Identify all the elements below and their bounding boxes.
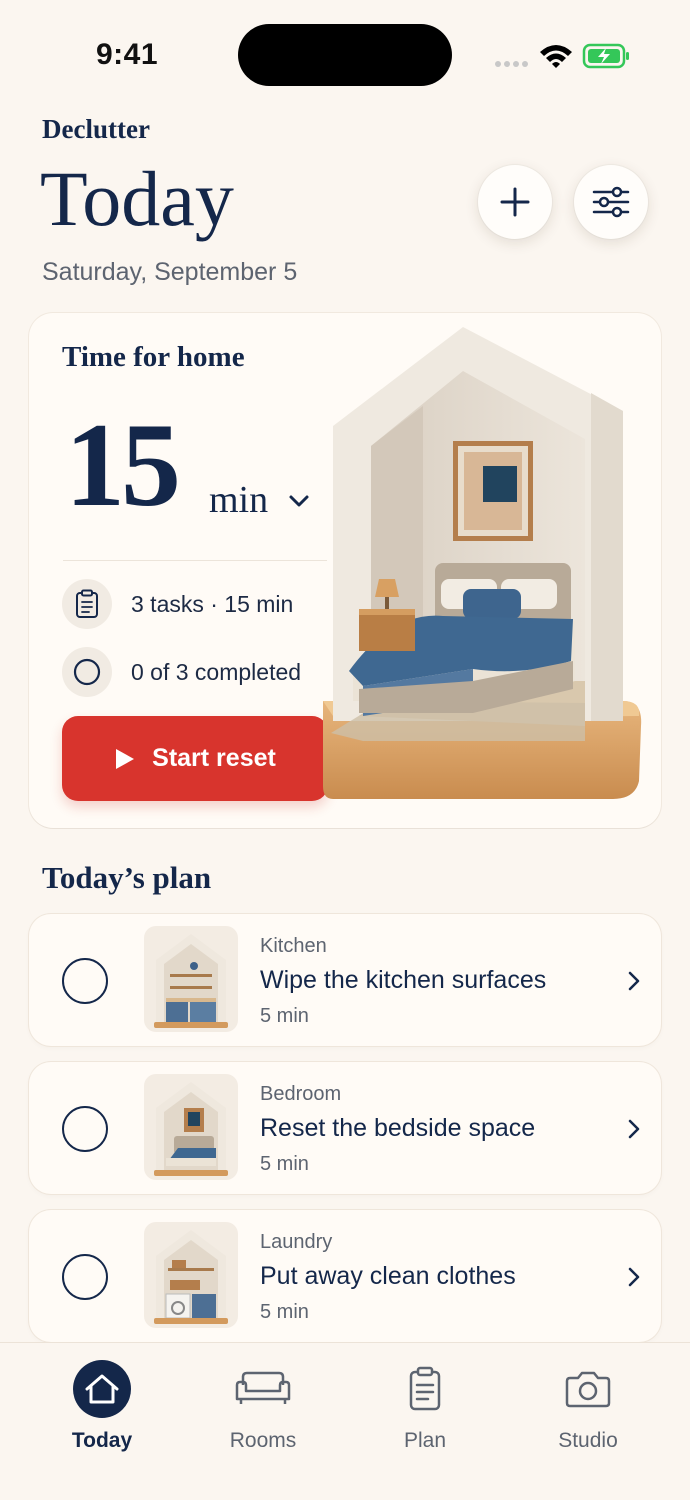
date-label: Saturday, September 5 — [42, 258, 298, 286]
chevron-down-icon[interactable] — [287, 493, 311, 509]
minutes-unit-dropdown[interactable]: min — [209, 478, 268, 522]
task-checkbox[interactable] — [62, 958, 108, 1004]
wifi-icon — [540, 45, 572, 68]
dynamic-island — [238, 24, 452, 86]
add-button[interactable] — [478, 165, 552, 239]
minutes-value: 15 — [65, 398, 181, 531]
sliders-icon — [592, 186, 630, 218]
task-name: Put away clean clothes — [260, 1262, 516, 1290]
app-brand: Declutter — [42, 114, 150, 144]
laundry-thumbnail — [144, 1222, 238, 1328]
tab-label: Studio — [558, 1429, 618, 1452]
sofa-icon — [235, 1371, 291, 1404]
task-category: Bedroom — [260, 1083, 342, 1105]
status-icons — [494, 40, 634, 74]
filter-button[interactable] — [574, 165, 648, 239]
start-reset-button[interactable]: Start reset — [62, 716, 328, 801]
page-title: Today — [40, 155, 234, 242]
tab-label: Today — [71, 1429, 133, 1452]
play-icon — [116, 748, 135, 769]
task-card[interactable]: Kitchen Wipe the kitchen surfaces 5 min — [29, 914, 661, 1046]
tab-today[interactable]: Today — [42, 1359, 162, 1453]
time-for-home-card: Time for home 15 min 3 tasks · 15 min 0 … — [29, 313, 661, 828]
tab-rooms[interactable]: Rooms — [203, 1359, 323, 1453]
task-duration: 5 min — [260, 1153, 309, 1175]
start-reset-label: Start reset — [152, 744, 276, 772]
task-card[interactable]: Bedroom Reset the bedside space 5 min — [29, 1062, 661, 1194]
completion-summary: 0 of 3 completed — [131, 659, 302, 685]
bedroom-illustration — [323, 327, 642, 799]
clipboard-icon — [62, 579, 112, 629]
status-time: 9:41 — [96, 38, 159, 71]
camera-icon — [565, 1371, 611, 1408]
task-checkbox[interactable] — [62, 1254, 108, 1300]
kitchen-thumbnail — [144, 926, 238, 1032]
plus-icon — [500, 187, 530, 217]
chevron-right-icon — [628, 1267, 640, 1287]
task-checkbox[interactable] — [62, 1106, 108, 1152]
battery-icon — [582, 43, 629, 69]
tab-label: Plan — [403, 1429, 447, 1452]
signal-icon — [495, 61, 528, 67]
home-icon — [73, 1360, 131, 1418]
task-category: Laundry — [260, 1231, 333, 1253]
plan-title: Today’s plan — [42, 860, 212, 895]
tab-studio[interactable]: Studio — [528, 1359, 648, 1453]
tab-plan[interactable]: Plan — [365, 1359, 485, 1453]
task-duration: 5 min — [260, 1301, 309, 1323]
hero-title: Time for home — [62, 341, 245, 373]
circle-icon — [62, 647, 112, 697]
task-name: Reset the bedside space — [260, 1114, 536, 1142]
clipboard-icon — [409, 1366, 441, 1411]
tasks-summary: 3 tasks · 15 min — [131, 591, 294, 617]
task-duration: 5 min — [260, 1005, 309, 1027]
tab-label: Rooms — [229, 1429, 297, 1452]
chevron-right-icon — [628, 971, 640, 991]
bedroom-thumbnail — [144, 1074, 238, 1180]
task-category: Kitchen — [260, 935, 327, 957]
chevron-right-icon — [628, 1119, 640, 1139]
tab-bar: Today Rooms Plan Studio — [0, 1342, 690, 1500]
task-name: Wipe the kitchen surfaces — [260, 966, 547, 994]
task-card[interactable]: Laundry Put away clean clothes 5 min — [29, 1210, 661, 1342]
divider — [63, 560, 327, 561]
